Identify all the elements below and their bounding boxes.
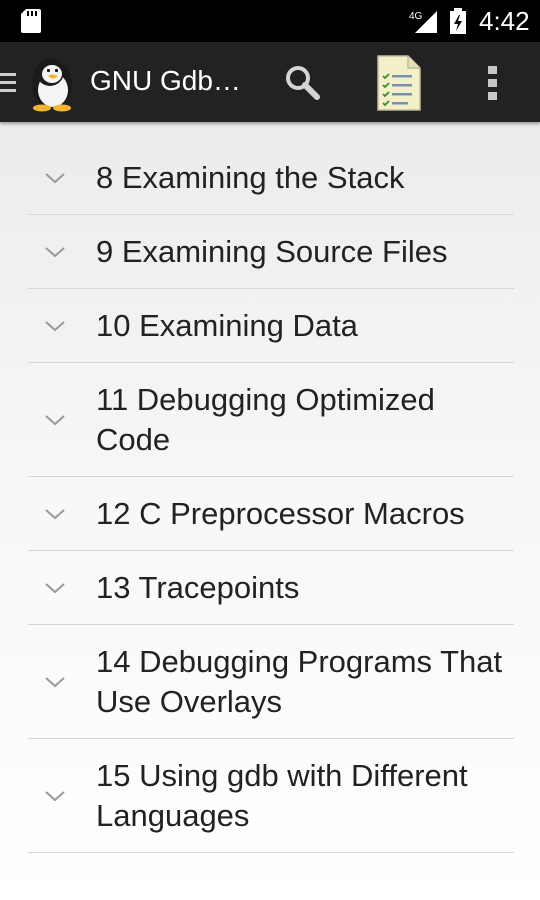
table-of-contents-icon[interactable] <box>374 54 422 112</box>
chevron-down-icon[interactable] <box>44 246 66 258</box>
list-item[interactable]: 10 Examining Data <box>28 289 514 363</box>
menu-drawer-icon[interactable] <box>0 71 18 95</box>
chevron-down-icon[interactable] <box>44 172 66 184</box>
chapter-list: 8 Examining the Stack 9 Examining Source… <box>0 141 540 853</box>
chevron-down-icon[interactable] <box>44 676 66 688</box>
app-title: GNU Gdb… <box>90 65 241 96</box>
list-item[interactable]: 12 C Preprocessor Macros <box>28 477 514 551</box>
chapter-title: 8 Examining the Stack <box>96 159 405 195</box>
list-item[interactable]: 15 Using gdb with Different Languages <box>28 739 514 853</box>
list-item[interactable]: 8 Examining the Stack <box>28 141 514 215</box>
list-item[interactable]: 14 Debugging Programs That Use Overlays <box>28 625 514 739</box>
search-icon[interactable] <box>280 60 326 106</box>
chevron-down-icon[interactable] <box>44 508 66 520</box>
network-type-label: 4G <box>409 11 423 22</box>
chevron-down-icon[interactable] <box>44 582 66 594</box>
sd-card-icon <box>21 9 41 33</box>
chevron-down-icon[interactable] <box>44 320 66 332</box>
status-clock: 4:42 <box>479 6 530 36</box>
chapter-title: 14 Debugging Programs That Use Overlays <box>96 643 503 719</box>
action-bar: GNU Gdb… <box>0 42 540 122</box>
battery-icon <box>450 8 466 34</box>
list-item[interactable]: 9 Examining Source Files <box>28 215 514 289</box>
list-item[interactable]: 13 Tracepoints <box>28 551 514 625</box>
chapter-title: 9 Examining Source Files <box>96 233 448 269</box>
overflow-menu-icon[interactable] <box>478 60 508 106</box>
chapter-title: 10 Examining Data <box>96 307 358 343</box>
list-item[interactable]: 11 Debugging Optimized Code <box>28 363 514 477</box>
penguin-logo-icon[interactable] <box>22 50 82 112</box>
chevron-down-icon[interactable] <box>44 790 66 802</box>
status-bar: 4G 4:42 <box>0 0 540 42</box>
chapter-title: 12 C Preprocessor Macros <box>96 495 465 531</box>
chapter-title: 13 Tracepoints <box>96 569 300 605</box>
signal-icon: 4G <box>409 11 437 33</box>
chevron-down-icon[interactable] <box>44 414 66 426</box>
chapter-title: 15 Using gdb with Different Languages <box>96 757 468 833</box>
chapter-title: 11 Debugging Optimized Code <box>96 381 435 457</box>
